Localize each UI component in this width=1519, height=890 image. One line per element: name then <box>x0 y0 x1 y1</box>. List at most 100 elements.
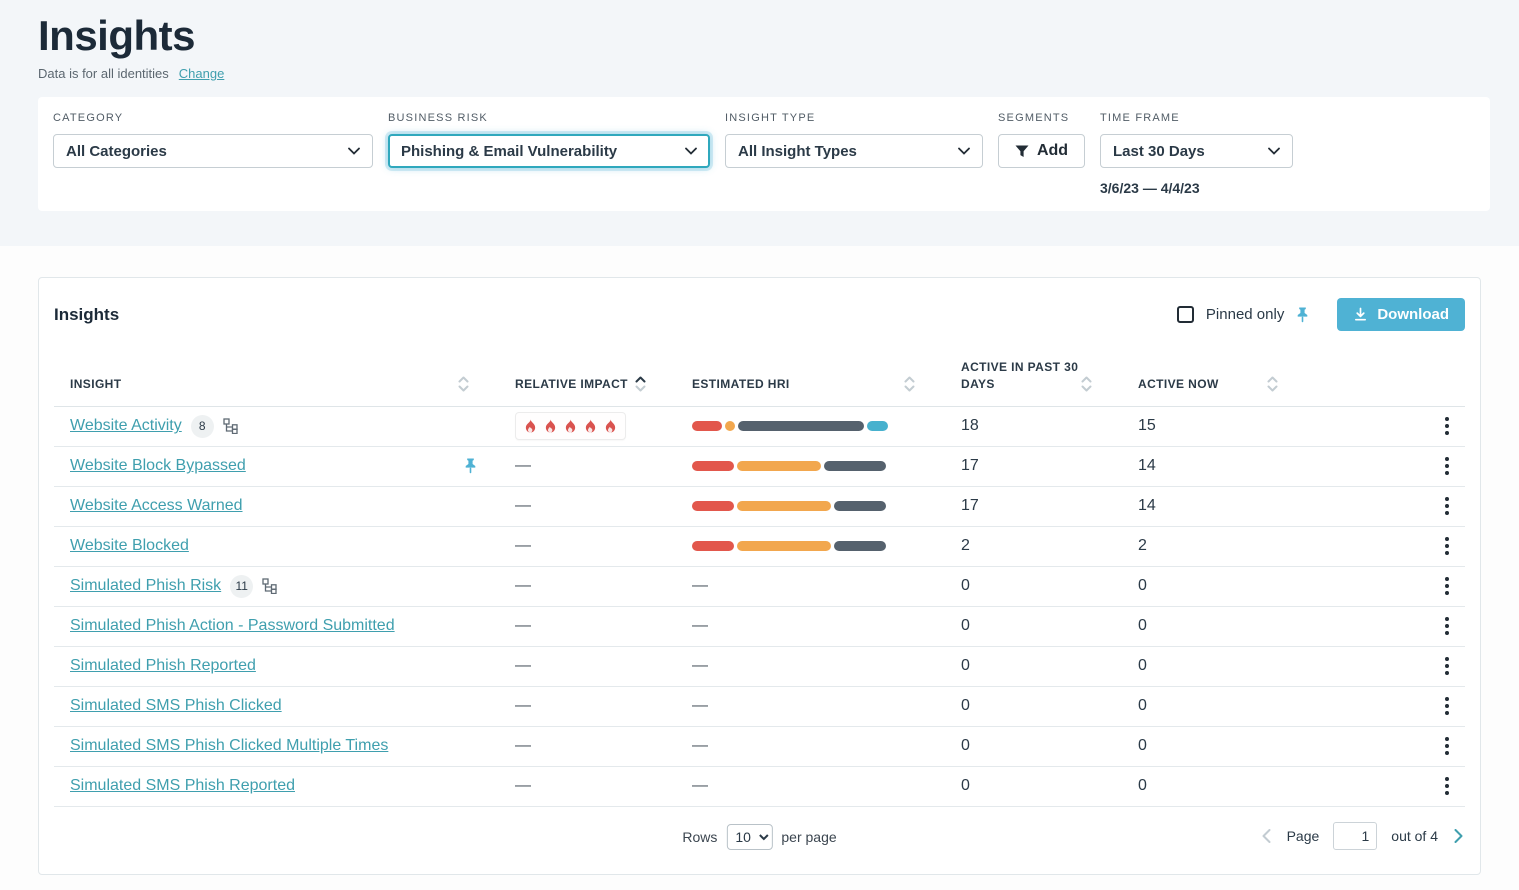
download-button[interactable]: Download <box>1337 298 1465 331</box>
active-now-value: 0 <box>1138 777 1338 795</box>
sort-carets-icon[interactable] <box>904 375 915 393</box>
insight-link[interactable]: Simulated SMS Phish Clicked <box>70 697 282 715</box>
active-past-30-value: 18 <box>961 417 1138 435</box>
hri-segment-slate <box>738 421 864 431</box>
page-number-input[interactable] <box>1333 822 1377 850</box>
hri-empty: — <box>692 737 708 754</box>
insight-type-select[interactable]: All Insight Types <box>725 134 983 168</box>
per-page-label: per page <box>781 829 836 845</box>
insight-link[interactable]: Simulated Phish Reported <box>70 657 256 675</box>
rows-per-page-select[interactable]: 10 <box>726 824 772 850</box>
impact-empty: — <box>515 777 531 794</box>
row-menu-button[interactable] <box>1439 413 1455 439</box>
row-menu-button[interactable] <box>1439 693 1455 719</box>
insight-link[interactable]: Website Activity <box>70 417 182 435</box>
impact-empty: — <box>515 737 531 754</box>
time-frame-select[interactable]: Last 30 Days <box>1100 134 1293 168</box>
hri-segment-red <box>692 421 722 431</box>
table-row: Website Activity 8 18 15 <box>54 407 1465 447</box>
hri-empty: — <box>692 577 708 594</box>
insight-link[interactable]: Simulated Phish Risk <box>70 577 221 595</box>
row-menu-button[interactable] <box>1439 533 1455 559</box>
insight-link[interactable]: Simulated Phish Action - Password Submit… <box>70 617 395 635</box>
hri-bar <box>692 541 961 551</box>
insight-link[interactable]: Simulated SMS Phish Clicked Multiple Tim… <box>70 737 388 755</box>
insight-link[interactable]: Website Access Warned <box>70 497 243 515</box>
table-footer: Rows 10 per page Page out of 4 <box>39 824 1480 858</box>
insight-link[interactable]: Simulated SMS Phish Reported <box>70 777 295 795</box>
chevron-down-icon <box>685 147 697 155</box>
row-menu-button[interactable] <box>1439 453 1455 479</box>
table-row: Simulated SMS Phish Reported — — 0 0 <box>54 767 1465 807</box>
active-past-30-value: 17 <box>961 497 1138 515</box>
hri-segment-orange <box>725 421 735 431</box>
active-now-value: 15 <box>1138 417 1338 435</box>
insight-link[interactable]: Website Blocked <box>70 537 189 555</box>
business-risk-select[interactable]: Phishing & Email Vulnerability <box>388 134 710 168</box>
segments-filter-label: SEGMENTS <box>998 112 1085 124</box>
insight-type-filter-label: INSIGHT TYPE <box>725 112 983 124</box>
active-past-30-value: 0 <box>961 697 1138 715</box>
sort-carets-icon[interactable] <box>1267 375 1278 393</box>
hri-segment-orange <box>737 541 831 551</box>
chevron-down-icon <box>958 147 970 155</box>
row-menu-button[interactable] <box>1439 773 1455 799</box>
pushpin-icon <box>464 458 477 474</box>
table-header: INSIGHT RELATIVE IMPACT ESTIMATED HRI AC… <box>54 359 1465 407</box>
filter-bar: CATEGORY All Categories BUSINESS RISK Ph… <box>38 97 1490 211</box>
table-row: Simulated Phish Risk11 — — 0 0 <box>54 567 1465 607</box>
change-scope-link[interactable]: Change <box>179 66 225 81</box>
hri-segment-slate <box>824 461 886 471</box>
pinned-only-checkbox[interactable] <box>1177 306 1194 323</box>
flame-icon <box>524 419 537 434</box>
active-past-30-value: 2 <box>961 537 1138 555</box>
row-menu-button[interactable] <box>1439 733 1455 759</box>
chevron-left-icon <box>1262 829 1271 843</box>
insights-card: Insights Pinned only Download INSIGHT RE… <box>38 277 1481 875</box>
insight-link[interactable]: Website Block Bypassed <box>70 457 246 475</box>
hierarchy-icon-wrap <box>262 578 278 594</box>
hri-empty: — <box>692 617 708 634</box>
sort-carets-icon[interactable] <box>1081 375 1092 393</box>
insight-count-badge: 8 <box>191 415 214 438</box>
flame-icon <box>604 419 617 434</box>
active-now-value: 0 <box>1138 697 1338 715</box>
hri-segment-red <box>692 461 734 471</box>
column-header-active-now[interactable]: ACTIVE NOW <box>1138 375 1338 394</box>
time-frame-filter-label: TIME FRAME <box>1100 112 1293 124</box>
next-page-button[interactable] <box>1452 827 1465 845</box>
table-body: Website Activity 8 18 15 Website Block By… <box>39 407 1480 807</box>
column-header-active-in-past-30-days[interactable]: ACTIVE IN PAST 30 DAYS <box>961 359 1138 394</box>
card-title: Insights <box>54 305 119 325</box>
hri-empty: — <box>692 657 708 674</box>
category-select[interactable]: All Categories <box>53 134 373 168</box>
row-menu-button[interactable] <box>1439 653 1455 679</box>
column-header-insight[interactable]: INSIGHT <box>70 375 515 394</box>
sort-carets-icon[interactable] <box>458 375 469 393</box>
table-row: Website Blocked — 2 2 <box>54 527 1465 567</box>
hri-bar <box>692 421 961 431</box>
hri-segment-orange <box>737 461 821 471</box>
column-header-estimated-hri[interactable]: ESTIMATED HRI <box>692 375 961 394</box>
hri-segment-red <box>692 541 734 551</box>
add-segment-button[interactable]: Add <box>998 134 1085 168</box>
funnel-icon <box>1015 145 1029 158</box>
page-label: Page <box>1287 828 1320 844</box>
row-menu-button[interactable] <box>1439 573 1455 599</box>
impact-empty: — <box>515 657 531 674</box>
row-menu-button[interactable] <box>1439 493 1455 519</box>
previous-page-button[interactable] <box>1260 827 1273 845</box>
time-frame-date-range: 3/6/23 — 4/4/23 <box>1100 180 1293 196</box>
active-now-value: 0 <box>1138 737 1338 755</box>
impact-empty: — <box>515 457 531 474</box>
column-header-relative-impact[interactable]: RELATIVE IMPACT <box>515 375 692 394</box>
hri-segment-orange <box>737 501 831 511</box>
hierarchy-icon <box>262 578 278 594</box>
table-row: Simulated SMS Phish Clicked — — 0 0 <box>54 687 1465 727</box>
insight-count-badge: 11 <box>230 575 253 598</box>
impact-empty: — <box>515 577 531 594</box>
row-pin <box>464 458 477 474</box>
sort-carets-icon[interactable] <box>635 375 646 393</box>
row-menu-button[interactable] <box>1439 613 1455 639</box>
hri-segment-slate <box>834 501 886 511</box>
